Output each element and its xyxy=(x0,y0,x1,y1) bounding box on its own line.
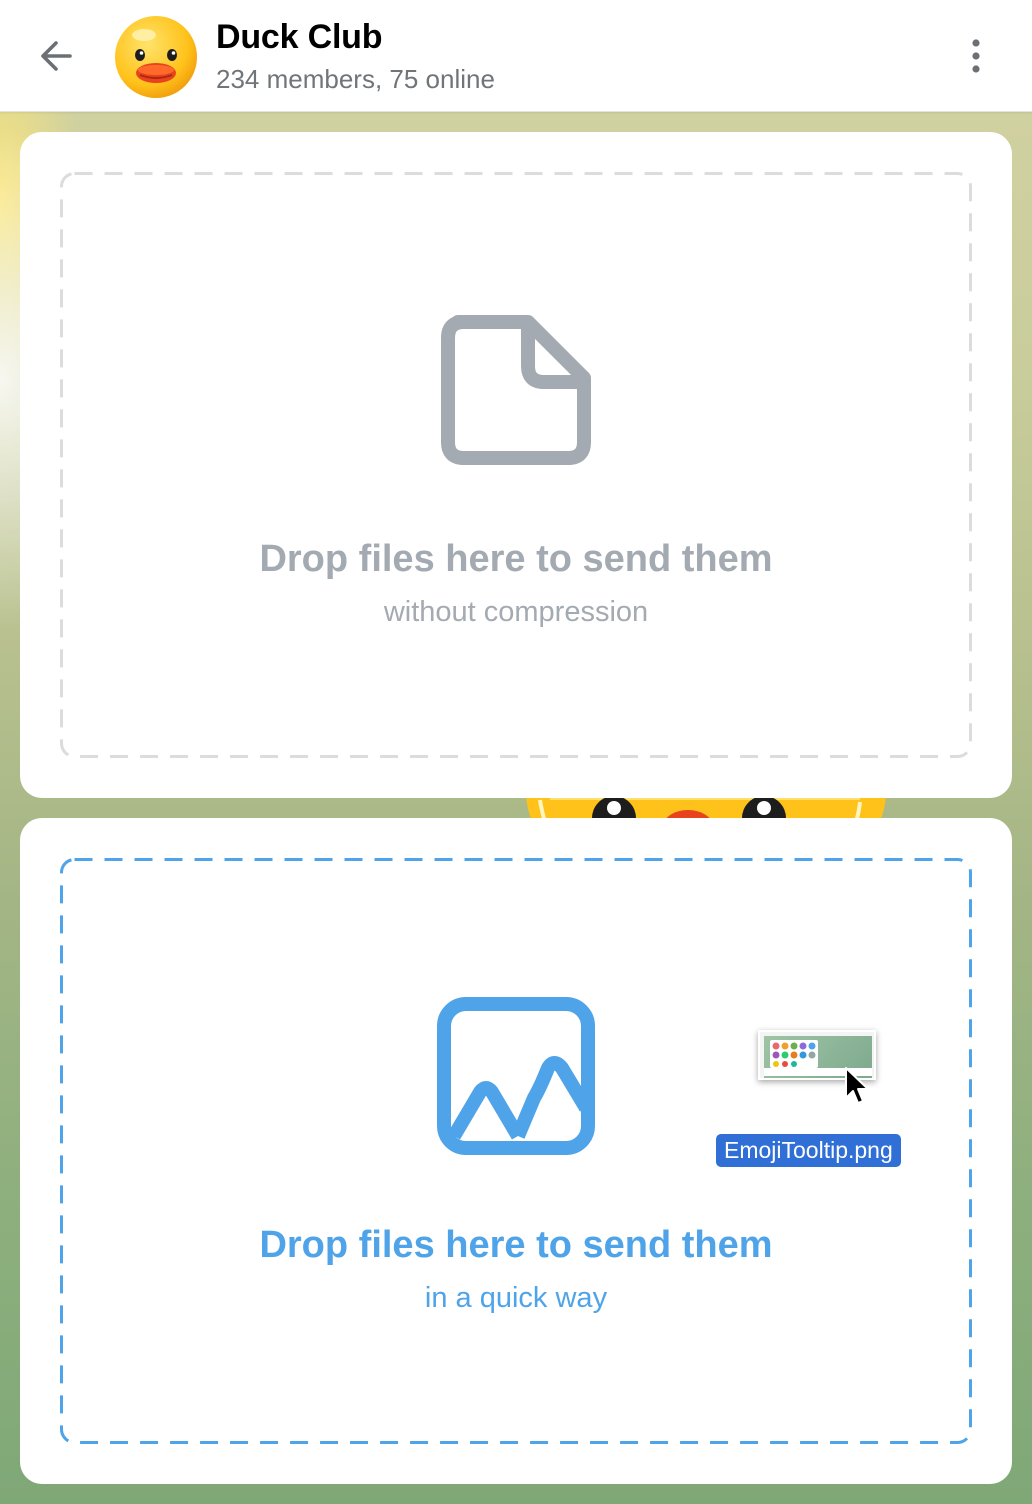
drop-title-file: Drop files here to send them xyxy=(259,538,773,580)
chat-members-status: 234 members, 75 online xyxy=(216,64,495,94)
drop-zone-file[interactable]: Drop files here to send them without com… xyxy=(20,132,1012,798)
duck-avatar-icon xyxy=(115,16,197,98)
chat-avatar[interactable] xyxy=(114,15,198,99)
drop-subtitle-file: without compression xyxy=(383,596,649,628)
chat-title[interactable]: Duck Club xyxy=(216,18,383,57)
more-options-button[interactable] xyxy=(946,26,1006,86)
mouse-cursor-icon xyxy=(845,1067,869,1104)
drop-title-photo: Drop files here to send them xyxy=(259,1224,773,1266)
drop-subtitle-photo: in a quick way xyxy=(424,1282,608,1314)
drop-area-file[interactable]: Drop files here to send them without com… xyxy=(60,172,972,758)
more-vertical-icon xyxy=(972,39,980,73)
back-button[interactable] xyxy=(26,26,86,86)
document-icon xyxy=(441,315,591,465)
dragged-file-name: EmojiTooltip.png xyxy=(716,1134,901,1167)
image-icon xyxy=(437,997,595,1155)
arrow-left-icon xyxy=(41,41,72,71)
chat-header: Duck Club 234 members, 75 online xyxy=(0,0,1032,112)
